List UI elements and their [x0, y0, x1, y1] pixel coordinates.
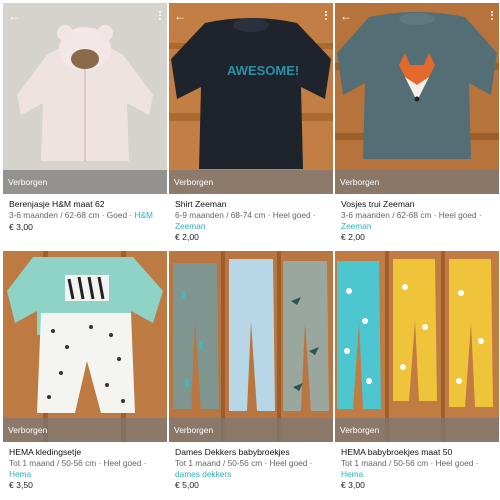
item-meta: 3-6 maanden / 62-68 cm · Goed · H&M	[9, 210, 163, 221]
item-title[interactable]: HEMA kledingsetje	[9, 447, 163, 458]
hema-outfit-image	[3, 251, 167, 442]
item-meta: Tot 1 maand / 50-56 cm · Heel goed · dam…	[175, 458, 329, 479]
item-card[interactable]: AWESOME! ← Verborgen Shirt Zeeman 6-9 ma…	[169, 3, 333, 243]
item-meta: Tot 1 maand / 50-56 cm · Heel goed · Hem…	[341, 458, 495, 479]
item-info: Dames Dekkers babybroekjes Tot 1 maand /…	[169, 442, 333, 491]
item-info: HEMA kledingsetje Tot 1 maand / 50-56 cm…	[3, 442, 167, 491]
item-photo[interactable]: ← Verborgen	[3, 3, 167, 194]
item-title[interactable]: Dames Dekkers babybroekjes	[175, 447, 329, 458]
hema-baby-pants-image	[335, 251, 499, 442]
item-info: Vosjes trui Zeeman 3-6 maanden / 62-68 c…	[335, 194, 499, 243]
more-vertical-icon[interactable]	[323, 9, 329, 23]
baby-pants-image	[169, 251, 333, 442]
status-badge: Verborgen	[335, 170, 499, 194]
navy-shirt-image: AWESOME!	[169, 3, 333, 194]
item-meta: Tot 1 maand / 50-56 cm · Heel goed · Hem…	[9, 458, 163, 479]
status-badge: Verborgen	[169, 418, 333, 442]
item-photo[interactable]: Verborgen	[335, 251, 499, 442]
fox-sweater-image	[335, 3, 499, 194]
item-title[interactable]: Berenjasje H&M maat 62	[9, 199, 163, 210]
item-title[interactable]: HEMA babybroekjes maat 50	[341, 447, 495, 458]
back-arrow-icon[interactable]: ←	[174, 9, 188, 23]
item-brand-link[interactable]: dames dekkers	[175, 469, 231, 479]
item-photo[interactable]: Verborgen	[169, 251, 333, 442]
item-photo[interactable]: ← Verborgen	[335, 3, 499, 194]
item-price: € 3,00	[341, 480, 365, 491]
item-brand-link[interactable]: H&M	[134, 210, 152, 220]
more-vertical-icon[interactable]	[489, 9, 495, 23]
item-brand-link[interactable]: Hema	[9, 469, 31, 479]
item-card[interactable]: Verborgen HEMA babybroekjes maat 50 Tot …	[335, 251, 499, 491]
item-price: € 5,00	[175, 480, 199, 491]
back-arrow-icon[interactable]: ←	[8, 9, 22, 23]
pink-hooded-jacket-image	[3, 3, 167, 194]
item-brand-link[interactable]: Zeeman	[175, 221, 205, 231]
item-size-condition: Tot 1 maand / 50-56 cm · Heel goed ·	[9, 458, 147, 469]
item-photo[interactable]: AWESOME! ← Verborgen	[169, 3, 333, 194]
item-card[interactable]: ← Verborgen Vosjes trui Zeeman 3-6 maand…	[335, 3, 499, 243]
more-vertical-icon[interactable]	[157, 9, 163, 23]
item-info: HEMA babybroekjes maat 50 Tot 1 maand / …	[335, 442, 499, 491]
item-grid: ← Verborgen Berenjasje H&M maat 62 3-6 m…	[0, 0, 500, 500]
status-badge: Verborgen	[3, 418, 167, 442]
item-info: Berenjasje H&M maat 62 3-6 maanden / 62-…	[3, 194, 167, 232]
item-price: € 3,00	[9, 221, 33, 232]
item-title[interactable]: Vosjes trui Zeeman	[341, 199, 495, 210]
item-brand-link[interactable]: Zeeman	[341, 221, 371, 231]
back-arrow-icon[interactable]: ←	[340, 9, 354, 23]
item-size-condition: Tot 1 maand / 50-56 cm · Heel goed ·	[175, 458, 313, 469]
item-photo[interactable]: Verborgen	[3, 251, 167, 442]
item-price: € 2,00	[341, 232, 365, 243]
status-badge: Verborgen	[169, 170, 333, 194]
shirt-print-text: AWESOME!	[227, 63, 299, 78]
item-size-condition: 3-6 maanden / 62-68 cm · Heel goed ·	[341, 210, 482, 221]
item-card[interactable]: ← Verborgen Berenjasje H&M maat 62 3-6 m…	[3, 3, 167, 232]
item-title[interactable]: Shirt Zeeman	[175, 199, 329, 210]
item-meta: 3-6 maanden / 62-68 cm · Heel goed · Zee…	[341, 210, 495, 231]
item-size-condition: 6-9 maanden / 68-74 cm · Heel goed ·	[175, 210, 316, 221]
item-size-condition: Tot 1 maand / 50-56 cm · Heel goed ·	[341, 458, 479, 469]
item-brand-link[interactable]: Hema	[341, 469, 363, 479]
item-card[interactable]: Verborgen Dames Dekkers babybroekjes Tot…	[169, 251, 333, 491]
status-badge: Verborgen	[335, 418, 499, 442]
item-card[interactable]: Verborgen HEMA kledingsetje Tot 1 maand …	[3, 251, 167, 491]
item-price: € 2,00	[175, 232, 199, 243]
item-meta: 6-9 maanden / 68-74 cm · Heel goed · Zee…	[175, 210, 329, 231]
item-info: Shirt Zeeman 6-9 maanden / 68-74 cm · He…	[169, 194, 333, 243]
item-size-condition: 3-6 maanden / 62-68 cm · Goed ·	[9, 210, 133, 221]
status-badge: Verborgen	[3, 170, 167, 194]
item-price: € 3,50	[9, 480, 33, 491]
